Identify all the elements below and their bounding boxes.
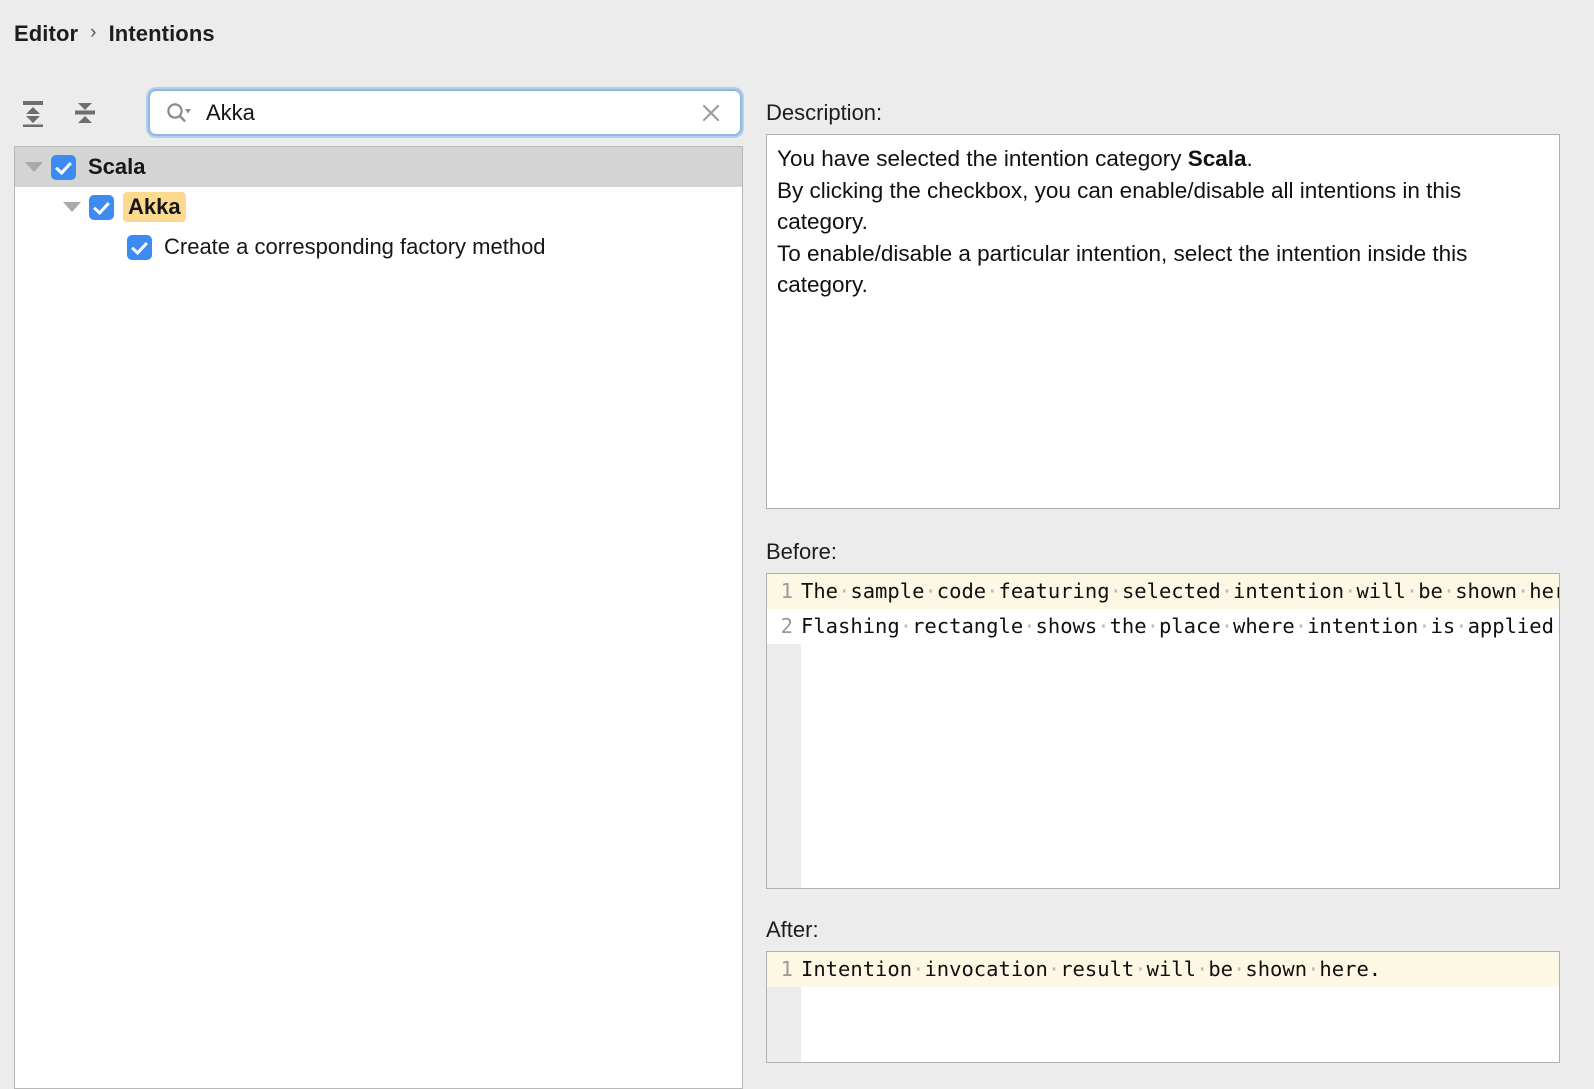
code-gutter-background (767, 987, 801, 1062)
intentions-tree[interactable]: Scala Akka Create a corresponding factory … (14, 146, 743, 1089)
collapse-all-icon (70, 97, 100, 130)
breadcrumb-separator-icon: › (90, 22, 96, 44)
breadcrumb-item-editor[interactable]: Editor (14, 21, 78, 47)
code-text: Flashing·rectangle·shows·the·place·where… (801, 609, 1559, 644)
close-icon[interactable] (696, 98, 726, 128)
breadcrumb-item-intentions: Intentions (109, 21, 215, 47)
code-gutter-background (767, 644, 801, 888)
tree-node-label: Akka (123, 192, 186, 222)
code-empty-area (767, 644, 1559, 888)
tree-toolbar (14, 88, 104, 138)
description-category-name: Scala (1188, 146, 1247, 171)
before-label: Before: (766, 537, 1560, 567)
breadcrumb: Editor › Intentions (14, 18, 215, 50)
chevron-down-icon[interactable] (21, 147, 47, 187)
search-input[interactable] (206, 100, 696, 126)
tree-checkbox[interactable] (89, 195, 114, 220)
code-line: 1Intention·invocation·result·will·be·sho… (767, 952, 1559, 987)
collapse-all-button[interactable] (66, 94, 104, 132)
description-label: Description: (766, 98, 1560, 128)
code-text: Intention·invocation·result·will·be·show… (801, 952, 1559, 987)
intentions-left-pane: Scala Akka Create a corresponding factory … (14, 88, 743, 1088)
line-number: 2 (767, 609, 801, 644)
search-field[interactable] (148, 89, 742, 136)
tree-row[interactable]: Scala (15, 147, 742, 187)
intentions-detail-pane: Description: You have selected the inten… (766, 98, 1560, 1088)
description-text: You have selected the intention category… (777, 143, 1547, 301)
before-code-panel[interactable]: 1The·sample·code·featuring·selected·inte… (766, 573, 1560, 889)
chevron-down-icon[interactable] (59, 187, 85, 227)
description-panel: You have selected the intention category… (766, 134, 1560, 509)
after-code-panel[interactable]: 1Intention·invocation·result·will·be·sho… (766, 951, 1560, 1063)
after-label: After: (766, 915, 1560, 945)
tree-row[interactable]: Create a corresponding factory method (15, 227, 742, 267)
tree-leaf-spacer (97, 227, 123, 267)
line-number: 1 (767, 574, 801, 609)
tree-checkbox[interactable] (51, 155, 76, 180)
code-line: 1The·sample·code·featuring·selected·inte… (767, 574, 1559, 609)
tree-row[interactable]: Akka (15, 187, 742, 227)
code-line: 2Flashing·rectangle·shows·the·place·wher… (767, 609, 1559, 644)
tree-checkbox[interactable] (127, 235, 152, 260)
tree-node-label: Scala (88, 154, 146, 180)
expand-all-button[interactable] (14, 94, 52, 132)
code-empty-area (767, 987, 1559, 1062)
search-icon[interactable] (164, 101, 192, 125)
code-text: The·sample·code·featuring·selected·inten… (801, 574, 1559, 609)
tree-node-label: Create a corresponding factory method (164, 234, 546, 260)
line-number: 1 (767, 952, 801, 987)
expand-all-icon (18, 97, 48, 130)
